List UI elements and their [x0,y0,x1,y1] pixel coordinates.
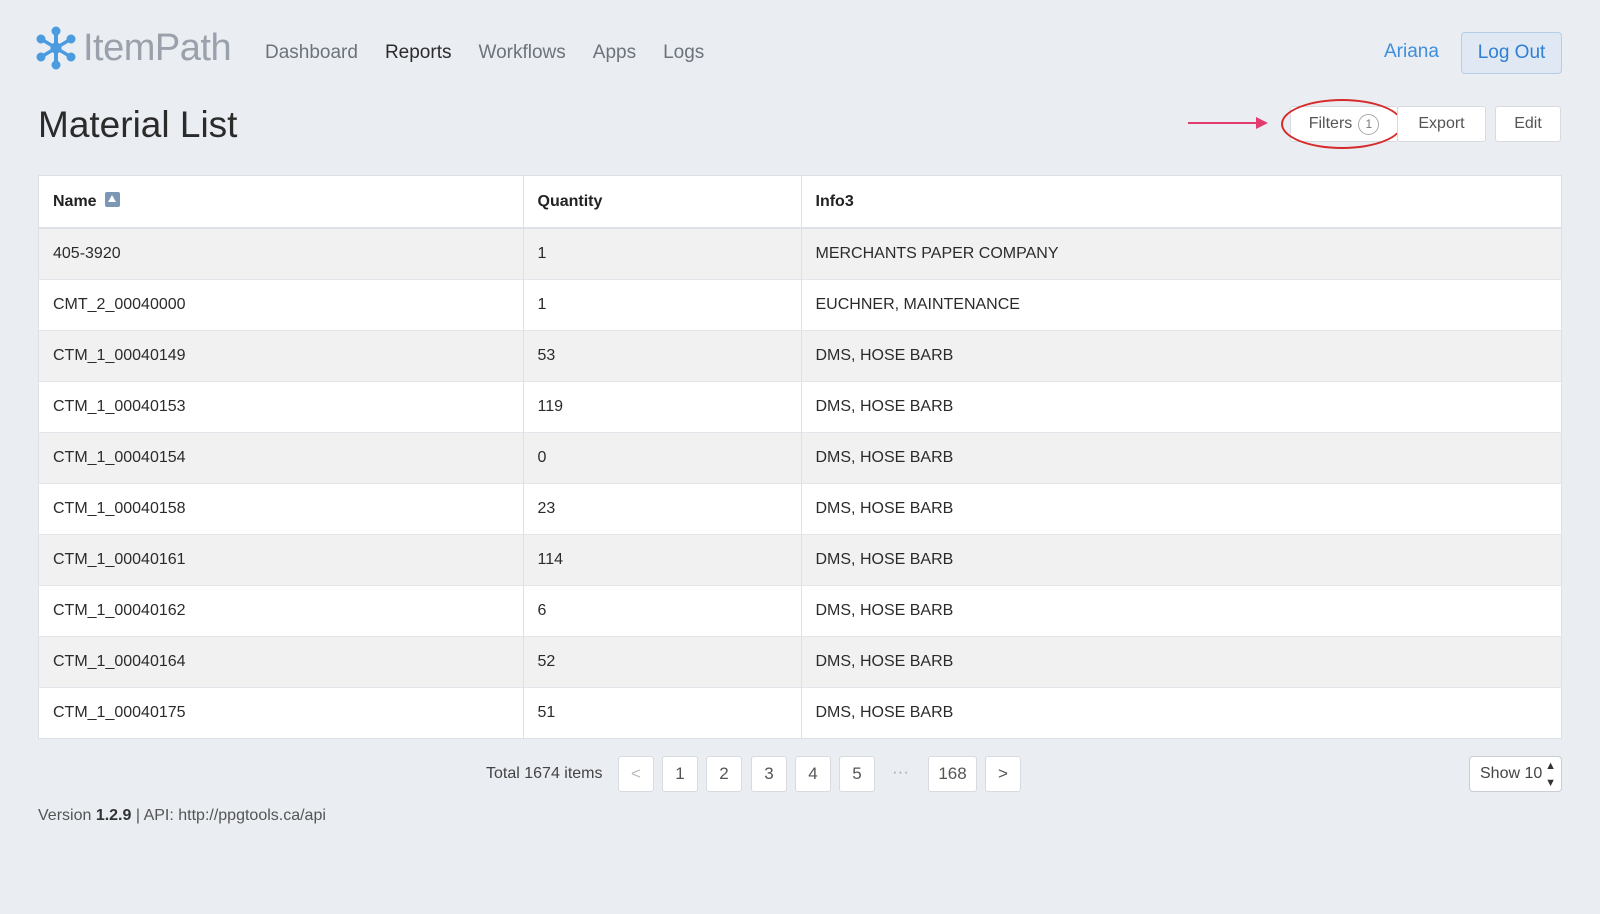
page-size-value: Show 10 [1480,765,1543,782]
cell-info3: DMS, HOSE BARB [801,533,1561,585]
cell-info3: DMS, HOSE BARB [801,686,1561,738]
cell-name: CTM_1_00040149 [39,329,524,381]
table-row[interactable]: CMT_2_00040000 1 EUCHNER, MAINTENANCE [39,278,1561,330]
page-button-5[interactable]: 5 [839,756,875,792]
itempath-logo[interactable]: ItemPath [36,26,232,70]
table-row[interactable]: CTM_1_00040158 23 DMS, HOSE BARB [39,482,1561,534]
version-prefix: Version [38,807,96,824]
table-row[interactable]: 405-3920 1 MERCHANTS PAPER COMPANY [39,227,1561,279]
cell-quantity: 23 [523,482,802,534]
table-row[interactable]: CTM_1_00040162 6 DMS, HOSE BARB [39,584,1561,636]
cell-info3: DMS, HOSE BARB [801,329,1561,381]
table-row[interactable]: CTM_1_00040161 114 DMS, HOSE BARB [39,533,1561,585]
footer-version: Version 1.2.9 | API: http://ppgtools.ca/… [38,807,326,825]
cell-info3: DMS, HOSE BARB [801,584,1561,636]
nav-apps[interactable]: Apps [593,42,636,64]
cell-info3: DMS, HOSE BARB [801,635,1561,687]
material-table: Name Quantity Info3 405-3920 1 MERCHANTS… [38,175,1562,739]
pagination-bar: Total 1674 items < 1 2 3 4 5 ··· 168 > S… [0,756,1600,792]
page-size-select[interactable]: Show 10 ▲ ▼ [1469,756,1562,792]
version-number: 1.2.9 [95,807,132,824]
cell-name: CMT_2_00040000 [39,278,524,330]
column-header-name[interactable]: Name [39,176,524,229]
logout-button[interactable]: Log Out [1461,32,1562,74]
user-name-link[interactable]: Ariana [1384,41,1439,63]
page-button-4[interactable]: 4 [795,756,831,792]
select-caret-icon: ▲ ▼ [1545,760,1556,789]
cell-name: CTM_1_00040164 [39,635,524,687]
cell-quantity: 6 [523,584,802,636]
cell-quantity: 0 [523,431,802,483]
sort-ascending-icon[interactable] [105,192,121,207]
filters-label: Filters [1308,115,1353,132]
cell-quantity: 51 [523,686,802,738]
prev-page-button[interactable]: < [618,756,654,792]
edit-button[interactable]: Edit [1495,106,1561,142]
filters-button[interactable]: Filters 1 [1290,106,1398,142]
table-header-row: Name Quantity Info3 [39,176,1561,229]
total-items-label: Total 1674 items [486,765,603,782]
page-button-1[interactable]: 1 [662,756,698,792]
cell-info3: DMS, HOSE BARB [801,380,1561,432]
column-name-label: Name [53,193,97,210]
column-header-info3[interactable]: Info3 [801,176,1561,229]
cell-info3: MERCHANTS PAPER COMPANY [801,227,1561,279]
main-nav: Dashboard Reports Workflows Apps Logs [265,42,731,64]
table-row[interactable]: CTM_1_00040154 0 DMS, HOSE BARB [39,431,1561,483]
column-header-quantity[interactable]: Quantity [523,176,802,229]
cell-name: CTM_1_00040154 [39,431,524,483]
cell-quantity: 53 [523,329,802,381]
cell-quantity: 119 [523,380,802,432]
table-row[interactable]: CTM_1_00040153 119 DMS, HOSE BARB [39,380,1561,432]
cell-name: CTM_1_00040153 [39,380,524,432]
cell-name: CTM_1_00040175 [39,686,524,738]
export-button[interactable]: Export [1397,106,1486,142]
next-page-button[interactable]: > [985,756,1021,792]
cell-info3: DMS, HOSE BARB [801,431,1561,483]
cell-name: CTM_1_00040158 [39,482,524,534]
cell-name: CTM_1_00040162 [39,584,524,636]
logo-text: ItemPath [83,26,232,69]
annotation-arrow-icon [1188,117,1268,129]
filters-count-badge: 1 [1358,113,1380,135]
table-row[interactable]: CTM_1_00040164 52 DMS, HOSE BARB [39,635,1561,687]
cell-quantity: 1 [523,278,802,330]
cell-info3: DMS, HOSE BARB [801,482,1561,534]
cell-name: 405-3920 [39,227,524,279]
page-button-2[interactable]: 2 [706,756,742,792]
cell-quantity: 114 [523,533,802,585]
top-navigation-bar: ItemPath Dashboard Reports Workflows App… [0,0,1600,100]
page-button-3[interactable]: 3 [751,756,787,792]
cell-info3: EUCHNER, MAINTENANCE [801,278,1561,330]
pagination-ellipsis[interactable]: ··· [892,762,909,782]
nav-logs[interactable]: Logs [663,42,704,64]
page-button-last[interactable]: 168 [928,756,977,792]
cell-quantity: 52 [523,635,802,687]
api-url-text: | API: http://ppgtools.ca/api [131,807,326,824]
page-title: Material List [38,104,238,145]
cell-quantity: 1 [523,227,802,279]
table-row[interactable]: CTM_1_00040149 53 DMS, HOSE BARB [39,329,1561,381]
nav-workflows[interactable]: Workflows [478,42,565,64]
cell-name: CTM_1_00040161 [39,533,524,585]
itempath-logo-icon [36,26,76,70]
nav-reports[interactable]: Reports [385,42,452,64]
nav-dashboard[interactable]: Dashboard [265,42,358,64]
table-row[interactable]: CTM_1_00040175 51 DMS, HOSE BARB [39,686,1561,738]
